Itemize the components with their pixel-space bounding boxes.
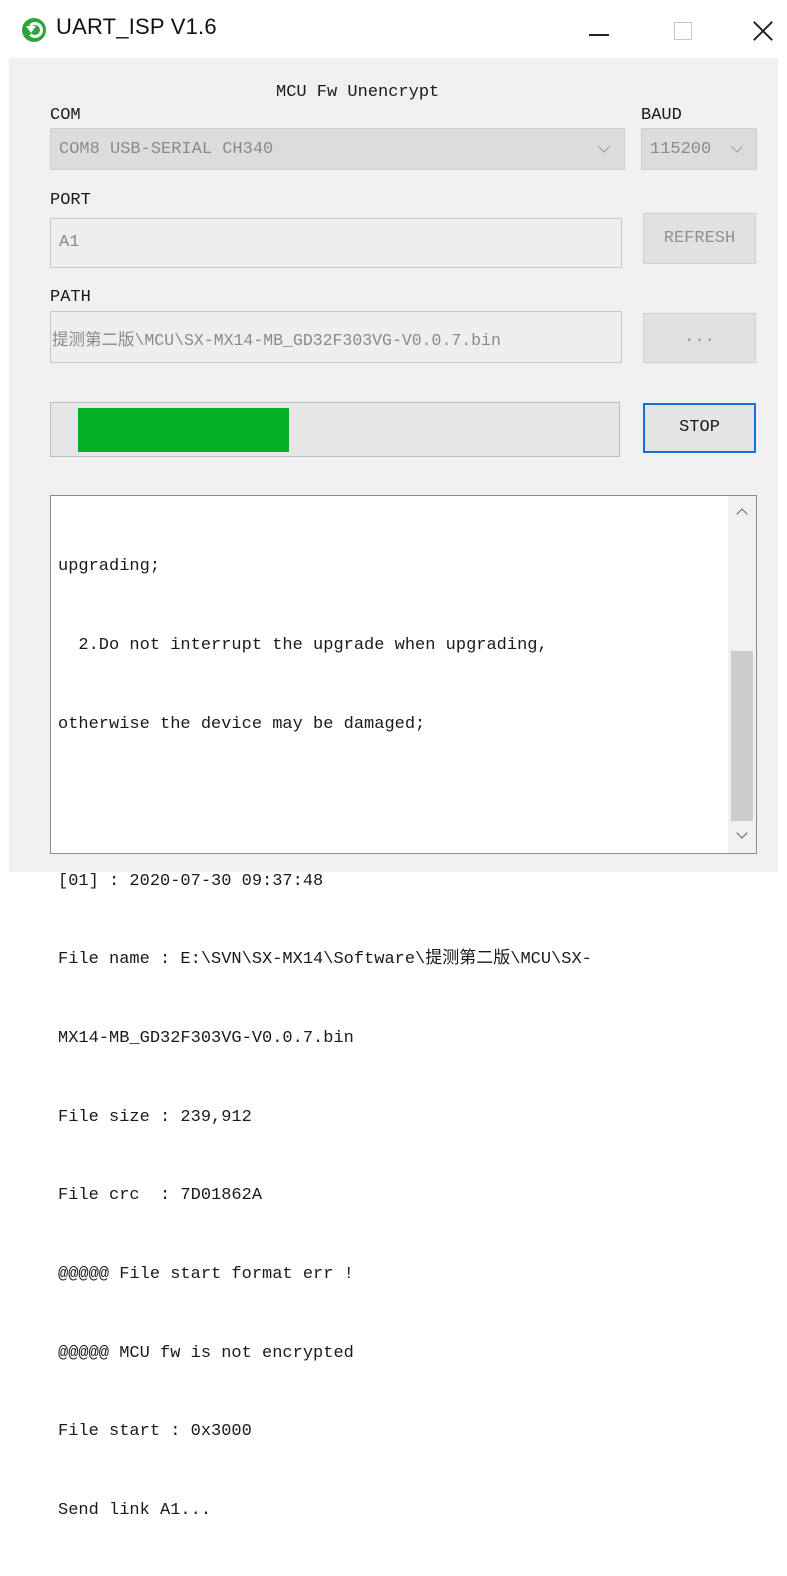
- scroll-up-icon[interactable]: [736, 508, 748, 520]
- log-line: File crc : 7D01862A: [58, 1186, 263, 1206]
- com-select-value: COM8 USB-SERIAL CH340: [59, 140, 274, 159]
- log-line: 2.Do not interrupt the upgrade when upgr…: [58, 636, 548, 656]
- chevron-down-icon: [598, 141, 610, 153]
- baud-select-value: 115200: [650, 140, 712, 159]
- window-title: UART_ISP V1.6: [56, 14, 217, 39]
- port-input-value: A1: [59, 233, 80, 252]
- minimize-icon[interactable]: [570, 0, 628, 60]
- path-input-value: 提测第二版\MCU\SX-MX14-MB_GD32F303VG-V0.0.7.b…: [52, 331, 501, 350]
- stop-button[interactable]: STOP: [643, 403, 756, 453]
- log-text: upgrading; 2.Do not interrupt the upgrad…: [58, 502, 718, 1576]
- client-area: MCU Fw Unencrypt COM COM8 USB-SERIAL CH3…: [9, 58, 778, 1520]
- title-bar: UART_ISP V1.6: [0, 0, 787, 60]
- log-panel[interactable]: upgrading; 2.Do not interrupt the upgrad…: [50, 495, 757, 1520]
- progress-bar: [50, 402, 620, 457]
- refresh-button-label: REFRESH: [663, 229, 736, 248]
- chevron-down-icon: [731, 141, 743, 153]
- port-label: PORT: [50, 191, 91, 210]
- log-line: File size : 239,912: [58, 1107, 252, 1127]
- port-input[interactable]: A1: [50, 218, 622, 268]
- maximize-icon[interactable]: [656, 0, 714, 60]
- log-scrollbar[interactable]: [728, 496, 756, 853]
- browse-button-label: ...: [684, 328, 715, 347]
- log-line: [01] : 2020-07-30 09:37:48: [58, 871, 324, 891]
- close-icon[interactable]: [735, 0, 787, 60]
- stop-button-label: STOP: [679, 418, 720, 437]
- baud-label: BAUD: [641, 106, 682, 125]
- log-line: Send link A1...: [58, 1500, 212, 1520]
- refresh-button[interactable]: REFRESH: [643, 213, 756, 264]
- progress-fill: [78, 408, 289, 452]
- log-line: @@@@@ MCU fw is not encrypted: [58, 1343, 354, 1363]
- log-line: otherwise the device may be damaged;: [58, 714, 426, 734]
- mode-label: MCU Fw Unencrypt: [276, 83, 440, 102]
- log-line: File start : 0x3000: [58, 1422, 252, 1442]
- browse-button[interactable]: ...: [643, 313, 756, 363]
- path-label: PATH: [50, 288, 91, 307]
- log-line: File name : E:\SVN\SX-MX14\Software\提测第二…: [58, 950, 592, 970]
- log-line: @@@@@ File start format err !: [58, 1264, 354, 1284]
- log-line: upgrading;: [58, 557, 161, 577]
- com-label: COM: [50, 106, 81, 125]
- refresh-arrow-icon: [22, 18, 46, 42]
- scroll-down-icon[interactable]: [736, 827, 748, 839]
- com-select[interactable]: COM8 USB-SERIAL CH340: [50, 128, 625, 170]
- baud-select[interactable]: 115200: [641, 128, 757, 170]
- path-input[interactable]: 提测第二版\MCU\SX-MX14-MB_GD32F303VG-V0.0.7.b…: [50, 311, 622, 363]
- scroll-thumb[interactable]: [731, 651, 753, 821]
- log-line: MX14-MB_GD32F303VG-V0.0.7.bin: [58, 1029, 354, 1049]
